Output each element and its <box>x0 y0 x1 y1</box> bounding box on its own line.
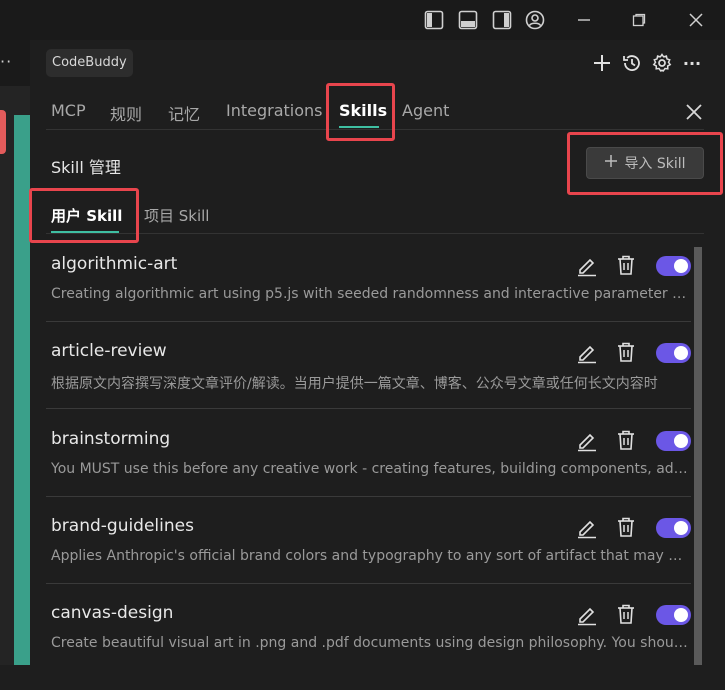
skill-name: canvas-design <box>51 603 174 623</box>
skill-description: Create beautiful visual art in .png and … <box>51 635 689 651</box>
account-icon[interactable] <box>523 8 547 32</box>
skill-name: brand-guidelines <box>51 516 194 536</box>
toggle-knob <box>674 608 688 622</box>
toggle-knob <box>674 521 688 535</box>
section-title: Skill 管理 <box>51 158 121 177</box>
enable-toggle[interactable] <box>656 605 691 625</box>
list-item: canvas-design Create beautiful visual ar… <box>51 603 691 690</box>
tab-rules[interactable]: 规则 <box>110 101 142 125</box>
enable-toggle[interactable] <box>656 431 691 451</box>
title-bar <box>0 0 725 40</box>
tab-agent[interactable]: Agent <box>402 101 449 120</box>
toggle-primary-sidebar-icon[interactable] <box>422 8 446 32</box>
toggle-panel-icon[interactable] <box>456 8 480 32</box>
app-badge: CodeBuddy <box>46 49 133 77</box>
divider <box>46 321 691 322</box>
divider <box>46 408 691 409</box>
skill-name: article-review <box>51 341 167 361</box>
import-skill-label: 导入 Skill <box>624 156 686 172</box>
enable-toggle[interactable] <box>656 256 691 276</box>
toggle-knob <box>674 346 688 360</box>
plus-icon <box>604 154 618 172</box>
editor-gutter-bar <box>14 115 30 665</box>
list-item: algorithmic-art Creating algorithmic art… <box>51 254 691 341</box>
skill-description: 根据原文内容撰写深度文章评价/解读。当用户提供一篇文章、博客、公众号文章或任何长… <box>51 376 658 392</box>
active-tab-indicator <box>339 126 379 128</box>
edit-icon[interactable] <box>576 253 598 277</box>
trash-icon[interactable] <box>615 428 637 452</box>
tab-mcp[interactable]: MCP <box>51 101 86 120</box>
history-icon[interactable] <box>621 51 643 75</box>
divider <box>46 496 691 497</box>
skill-description: Applies Anthropic's official brand color… <box>51 548 689 564</box>
skill-description: Creating algorithmic art using p5.js wit… <box>51 286 689 302</box>
maximize-icon[interactable] <box>627 8 651 32</box>
divider <box>46 233 704 234</box>
edit-icon[interactable] <box>576 602 598 626</box>
list-item: article-review 根据原文内容撰写深度文章评价/解读。当用户提供一篇… <box>51 341 691 428</box>
scrollbar[interactable] <box>694 247 702 665</box>
skill-name: brainstorming <box>51 429 171 449</box>
trash-icon[interactable] <box>615 602 637 626</box>
subtab-user-skill[interactable]: 用户 Skill <box>51 205 122 226</box>
divider <box>46 129 704 130</box>
enable-toggle[interactable] <box>656 343 691 363</box>
tab-integrations[interactable]: Integrations <box>226 101 323 120</box>
minimize-icon[interactable] <box>572 8 596 32</box>
edit-icon[interactable] <box>576 428 598 452</box>
close-window-icon[interactable] <box>684 8 708 32</box>
divider <box>46 583 691 584</box>
toggle-secondary-sidebar-icon[interactable] <box>490 8 514 32</box>
more-icon[interactable]: ·· <box>0 52 12 71</box>
tab-skills[interactable]: Skills <box>339 101 387 120</box>
more-options-icon[interactable]: ··· <box>681 51 703 75</box>
toggle-knob <box>674 259 688 273</box>
trash-icon[interactable] <box>615 515 637 539</box>
trash-icon[interactable] <box>615 253 637 277</box>
close-icon[interactable] <box>683 101 705 123</box>
import-skill-button[interactable]: 导入 Skill <box>586 147 704 179</box>
tab-memory[interactable]: 记忆 <box>168 101 200 125</box>
edit-icon[interactable] <box>576 515 598 539</box>
trash-icon[interactable] <box>615 340 637 364</box>
subtab-project-skill[interactable]: 项目 Skill <box>144 205 209 226</box>
error-marker <box>0 110 6 154</box>
toggle-knob <box>674 434 688 448</box>
list-item: brand-guidelines Applies Anthropic's off… <box>51 516 691 603</box>
skill-name: algorithmic-art <box>51 254 178 274</box>
edit-icon[interactable] <box>576 340 598 364</box>
new-chat-plus-icon[interactable] <box>591 51 613 75</box>
enable-toggle[interactable] <box>656 518 691 538</box>
gear-icon[interactable] <box>651 51 673 75</box>
skill-description: You MUST use this before any creative wo… <box>51 461 689 477</box>
list-item: brainstorming You MUST use this before a… <box>51 429 691 516</box>
